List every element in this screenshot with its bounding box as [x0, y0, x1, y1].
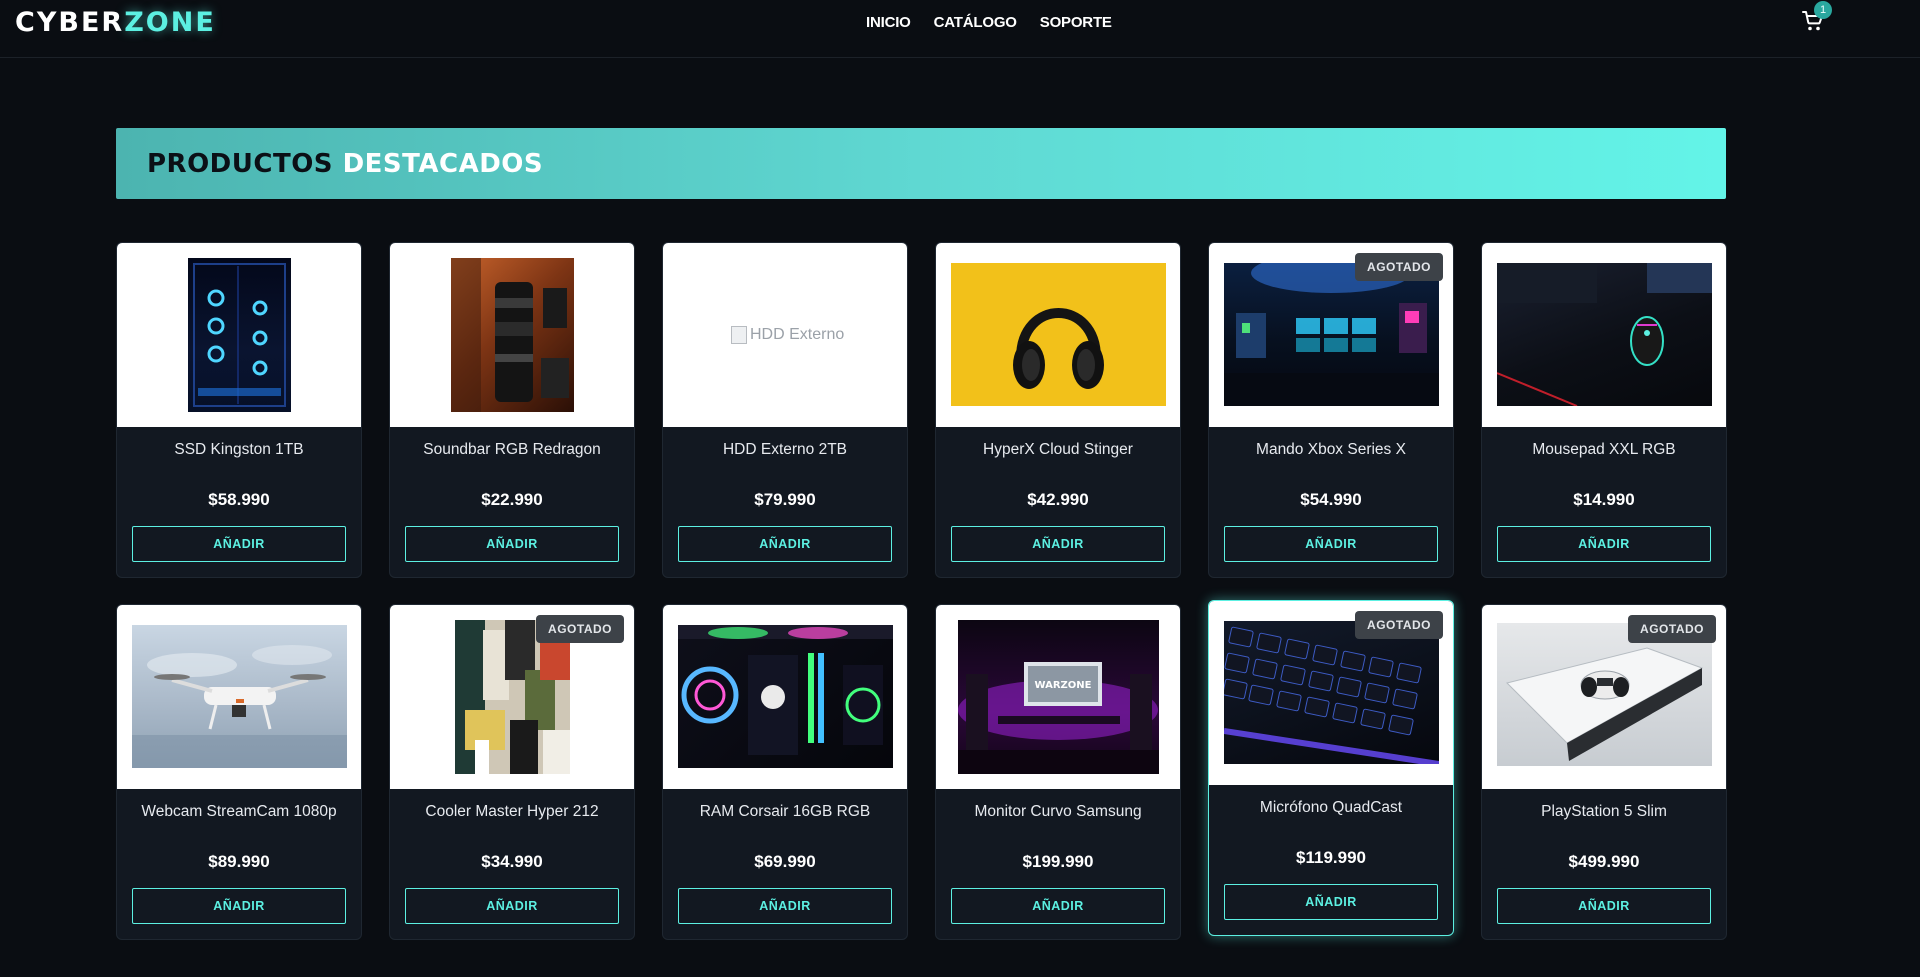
section-title: PRODUCTOS DESTACADOS	[147, 147, 543, 181]
product-image: AGOTADO	[1209, 601, 1453, 785]
broken-image-icon	[731, 326, 747, 344]
product-card[interactable]: HDD Externo HDD Externo 2TB $79.990 AÑAD…	[662, 242, 908, 578]
product-price: $69.990	[754, 852, 816, 871]
product-image: WARZONE	[936, 605, 1180, 789]
add-to-cart-button[interactable]: AÑADIR	[1497, 526, 1711, 562]
sold-out-badge: AGOTADO	[1628, 615, 1716, 643]
sold-out-badge: AGOTADO	[1355, 253, 1443, 281]
product-card[interactable]: Mousepad XXL RGB $14.990 AÑADIR	[1481, 242, 1727, 578]
product-name: Micrófono QuadCast	[1259, 799, 1403, 816]
product-name: Mousepad XXL RGB	[1532, 441, 1676, 458]
product-image	[936, 243, 1180, 427]
product-card[interactable]: AGOTADO Cooler Master Hyper 212 $34.990 …	[389, 604, 635, 940]
add-to-cart-button[interactable]: AÑADIR	[951, 526, 1165, 562]
add-to-cart-button[interactable]: AÑADIR	[1224, 526, 1438, 562]
main-nav: INICIO CATÁLOGO SOPORTE	[866, 13, 1112, 33]
image-alt-text: HDD Externo	[750, 326, 845, 343]
product-image: HDD Externo	[663, 243, 907, 427]
product-price: $34.990	[481, 852, 543, 871]
nav-link-catalogo[interactable]: CATÁLOGO	[934, 13, 1017, 33]
product-grid: SSD Kingston 1TB $58.990 AÑADIR Soundbar…	[116, 242, 1727, 940]
product-name: HyperX Cloud Stinger	[983, 441, 1133, 458]
product-price: $79.990	[754, 490, 816, 509]
product-image	[390, 243, 634, 427]
product-price: $89.990	[208, 852, 270, 871]
product-price: $14.990	[1573, 490, 1635, 509]
product-name: Monitor Curvo Samsung	[974, 803, 1142, 820]
navbar: CYBERZONE INICIO CATÁLOGO SOPORTE 1	[0, 0, 1920, 58]
add-to-cart-button[interactable]: AÑADIR	[405, 526, 619, 562]
product-price: $58.990	[208, 490, 270, 509]
sold-out-badge: AGOTADO	[1355, 611, 1443, 639]
product-image	[663, 605, 907, 789]
product-image	[117, 243, 361, 427]
add-to-cart-button[interactable]: AÑADIR	[405, 888, 619, 924]
product-card[interactable]: HyperX Cloud Stinger $42.990 AÑADIR	[935, 242, 1181, 578]
add-to-cart-button[interactable]: AÑADIR	[951, 888, 1165, 924]
product-card-highlighted[interactable]: AGOTADO Micrófono QuadCast $119.990 AÑAD…	[1208, 600, 1454, 936]
product-image: AGOTADO	[390, 605, 634, 789]
cart-count-badge: 1	[1814, 1, 1832, 19]
product-price: $42.990	[1027, 490, 1089, 509]
section-title-part2: DESTACADOS	[342, 149, 544, 179]
product-name: SSD Kingston 1TB	[174, 441, 304, 458]
product-name: Webcam StreamCam 1080p	[141, 803, 337, 820]
nav-link-soporte[interactable]: SOPORTE	[1040, 13, 1112, 33]
product-price: $22.990	[481, 490, 543, 509]
product-name: PlayStation 5 Slim	[1541, 803, 1667, 820]
product-image: AGOTADO	[1482, 605, 1726, 789]
nav-link-inicio[interactable]: INICIO	[866, 13, 911, 33]
product-card[interactable]: SSD Kingston 1TB $58.990 AÑADIR	[116, 242, 362, 578]
add-to-cart-button[interactable]: AÑADIR	[1497, 888, 1711, 924]
brand-logo[interactable]: CYBERZONE	[15, 6, 216, 40]
sold-out-badge: AGOTADO	[536, 615, 624, 643]
product-name: Soundbar RGB Redragon	[423, 441, 601, 458]
featured-banner: PRODUCTOS DESTACADOS	[116, 128, 1726, 199]
product-card[interactable]: WARZONE Monitor Curvo Samsung $199.990 A…	[935, 604, 1181, 940]
product-card[interactable]: AGOTADO PlayStation 5 Slim $499.990 AÑAD…	[1481, 604, 1727, 940]
product-card[interactable]: AGOTADO Mando Xbox Series X $54.990 AÑAD…	[1208, 242, 1454, 578]
product-image	[1482, 243, 1726, 427]
product-card[interactable]: Soundbar RGB Redragon $22.990 AÑADIR	[389, 242, 635, 578]
add-to-cart-button[interactable]: AÑADIR	[132, 888, 346, 924]
brand-logo-part2: ZONE	[124, 7, 216, 38]
product-price: $499.990	[1568, 852, 1640, 871]
product-name: RAM Corsair 16GB RGB	[699, 803, 871, 820]
product-name: Mando Xbox Series X	[1256, 441, 1406, 458]
product-image: AGOTADO	[1209, 243, 1453, 427]
add-to-cart-button[interactable]: AÑADIR	[678, 888, 892, 924]
add-to-cart-button[interactable]: AÑADIR	[132, 526, 346, 562]
broken-image: HDD Externo	[731, 326, 844, 344]
section-title-part1: PRODUCTOS	[147, 149, 334, 179]
product-card[interactable]: RAM Corsair 16GB RGB $69.990 AÑADIR	[662, 604, 908, 940]
product-price: $54.990	[1300, 490, 1362, 509]
add-to-cart-button[interactable]: AÑADIR	[678, 526, 892, 562]
product-name: HDD Externo 2TB	[722, 441, 848, 458]
product-card[interactable]: Webcam StreamCam 1080p $89.990 AÑADIR	[116, 604, 362, 940]
product-image	[117, 605, 361, 789]
brand-logo-part1: CYBER	[15, 7, 125, 38]
monitor-screen-text: WARZONE	[1035, 680, 1092, 691]
product-price: $199.990	[1022, 852, 1094, 871]
product-price: $119.990	[1296, 848, 1366, 867]
add-to-cart-button[interactable]: AÑADIR	[1224, 884, 1438, 920]
product-name: Cooler Master Hyper 212	[425, 803, 599, 820]
